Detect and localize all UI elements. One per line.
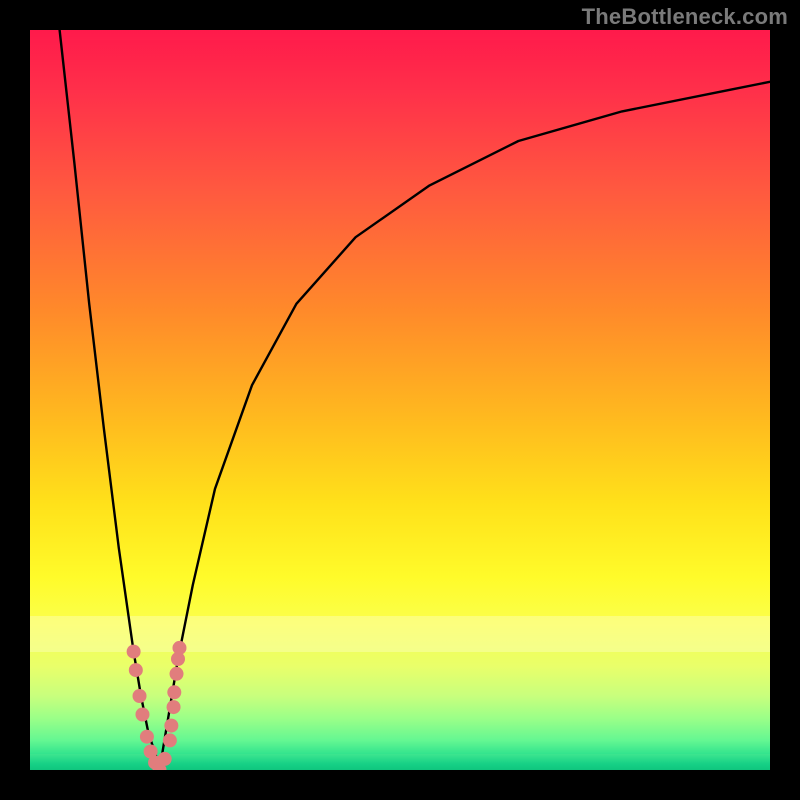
plot-area [30,30,770,770]
data-dot [127,645,141,659]
data-dot [158,752,172,766]
watermark-text: TheBottleneck.com [582,4,788,30]
data-dot [129,663,143,677]
data-dot [140,730,154,744]
data-dot [172,641,186,655]
curve-right-branch [160,82,771,770]
chart-frame: TheBottleneck.com [0,0,800,800]
data-dot [133,689,147,703]
data-dot [170,667,184,681]
data-dot [135,708,149,722]
data-dot [167,685,181,699]
data-dot [163,733,177,747]
data-dot [167,700,181,714]
data-dot [164,719,178,733]
curve-svg [30,30,770,770]
curve-left-branch [60,30,160,770]
